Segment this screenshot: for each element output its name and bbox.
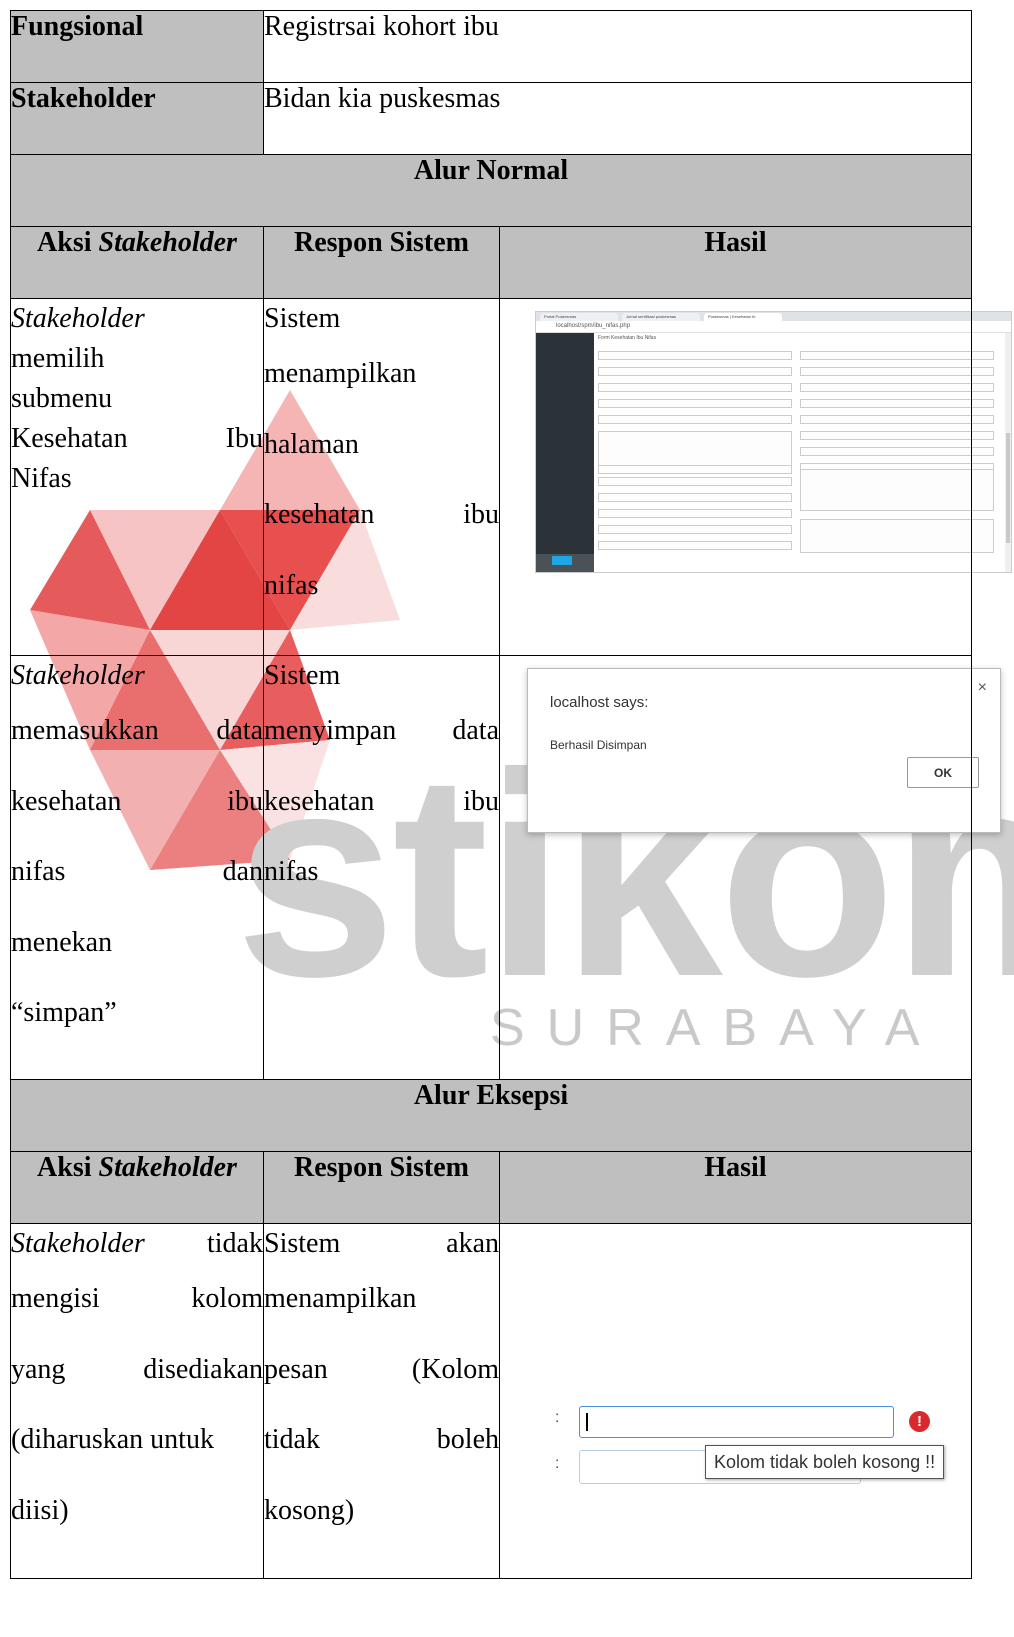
aksi-line-text: tidak bbox=[144, 1228, 263, 1259]
aksi-line: memilih bbox=[11, 343, 105, 374]
respon-line: Sistem bbox=[264, 303, 341, 334]
aksi-line: mengisi kolom bbox=[11, 1283, 263, 1314]
exception-column-headers: Aksi Stakeholder Respon Sistem Hasil bbox=[10, 1151, 972, 1224]
respon-line: kesehatan ibu bbox=[264, 785, 499, 817]
respon-line: menampilkan bbox=[264, 358, 417, 389]
respon-lines: Sistem menyimpan data kesehatan ibu nifa… bbox=[264, 656, 499, 908]
aksi-line: “simpan” bbox=[11, 997, 117, 1028]
respon-line: menyimpan data bbox=[264, 715, 499, 746]
normal-column-headers: Aksi Stakeholder Respon Sistem Hasil bbox=[10, 226, 972, 299]
respon-line: Sistem akan bbox=[264, 1228, 499, 1259]
aksi-line: Nifas bbox=[11, 463, 72, 494]
exception-row-1: Stakeholder tidak mengisi kolom yang dis… bbox=[10, 1223, 972, 1579]
alur-eksepsi-row: Alur Eksepsi bbox=[10, 1079, 972, 1152]
col-header-aksi-prefix: Aksi bbox=[37, 1152, 99, 1183]
respon-line: tidak boleh bbox=[264, 1424, 499, 1455]
normal-row-2: Stakeholder memasukkan data kesehatan ib… bbox=[10, 655, 972, 1080]
normal-row-1-hasil bbox=[499, 298, 972, 656]
fungsional-label: Fungsional bbox=[10, 10, 264, 83]
respon-line: kosong) bbox=[264, 1494, 355, 1526]
exception-row-1-respon: Sistem akan menampilkan pesan (Kolom tid… bbox=[263, 1223, 500, 1579]
alur-eksepsi-header: Alur Eksepsi bbox=[10, 1079, 972, 1152]
aksi-line: yang disediakan bbox=[11, 1353, 263, 1385]
normal-row-2-aksi: Stakeholder memasukkan data kesehatan ib… bbox=[10, 655, 264, 1080]
respon-line: nifas bbox=[264, 569, 319, 601]
respon-line: kesehatan ibu bbox=[264, 499, 499, 530]
col-header-hasil: Hasil bbox=[499, 226, 972, 299]
normal-row-2-hasil bbox=[499, 655, 972, 1080]
aksi-line: submenu bbox=[11, 383, 113, 414]
aksi-lines: Stakeholder memilih submenu Kesehatan Ib… bbox=[11, 299, 263, 499]
col-header-aksi-prefix: Aksi bbox=[37, 227, 99, 258]
aksi-line: Stakeholder bbox=[11, 660, 145, 691]
aksi-line: diisi) bbox=[11, 1494, 69, 1526]
use-case-table: Fungsional Registrsai kohort ibu Stakeho… bbox=[10, 10, 972, 1579]
respon-line: halaman bbox=[264, 428, 359, 460]
aksi-line-italic: Stakeholder bbox=[11, 1228, 145, 1259]
aksi-line: (diharuskan untuk bbox=[11, 1424, 214, 1455]
normal-row-2-respon: Sistem menyimpan data kesehatan ibu nifa… bbox=[263, 655, 500, 1080]
alur-normal-row: Alur Normal bbox=[10, 154, 972, 227]
stakeholder-value: Bidan kia puskesmas bbox=[263, 82, 972, 155]
normal-row-1-aksi: Stakeholder memilih submenu Kesehatan Ib… bbox=[10, 298, 264, 656]
aksi-line: memasukkan data bbox=[11, 715, 263, 746]
respon-line: pesan (Kolom bbox=[264, 1353, 499, 1385]
col-header-aksi: Aksi Stakeholder bbox=[10, 226, 264, 299]
respon-line: menampilkan bbox=[264, 1283, 417, 1314]
stakeholder-label: Stakeholder bbox=[10, 82, 264, 155]
col-header-respon: Respon Sistem bbox=[263, 1151, 500, 1224]
fungsional-row: Fungsional Registrsai kohort ibu bbox=[10, 10, 972, 83]
col-header-hasil: Hasil bbox=[499, 1151, 972, 1224]
aksi-lines: Stakeholder memasukkan data kesehatan ib… bbox=[11, 656, 263, 1049]
aksi-line: Stakeholder bbox=[11, 303, 145, 334]
exception-row-1-hasil bbox=[499, 1223, 972, 1579]
scrollbar-thumb[interactable] bbox=[1006, 433, 1010, 543]
aksi-line: nifas dan bbox=[11, 856, 263, 887]
fungsional-value: Registrsai kohort ibu bbox=[263, 10, 972, 83]
close-icon[interactable]: × bbox=[978, 679, 987, 697]
aksi-lines: Stakeholder tidak mengisi kolom yang dis… bbox=[11, 1224, 263, 1546]
exception-row-1-aksi: Stakeholder tidak mengisi kolom yang dis… bbox=[10, 1223, 264, 1579]
normal-row-1-respon: Sistem menampilkan halaman kesehatan ibu… bbox=[263, 298, 500, 656]
respon-line: nifas bbox=[264, 856, 319, 887]
col-header-respon: Respon Sistem bbox=[263, 226, 500, 299]
respon-line: Sistem bbox=[264, 660, 341, 691]
aksi-line: Stakeholder tidak bbox=[11, 1224, 263, 1264]
scrollbar[interactable] bbox=[1005, 333, 1011, 572]
aksi-line: menekan bbox=[11, 926, 113, 958]
aksi-line: Kesehatan Ibu bbox=[11, 423, 263, 454]
stakeholder-row: Stakeholder Bidan kia puskesmas bbox=[10, 82, 972, 155]
aksi-line: kesehatan ibu bbox=[11, 785, 263, 817]
respon-lines: Sistem akan menampilkan pesan (Kolom tid… bbox=[264, 1224, 499, 1546]
col-header-aksi-italic: Stakeholder bbox=[98, 1152, 237, 1183]
alur-normal-header: Alur Normal bbox=[10, 154, 972, 227]
col-header-aksi: Aksi Stakeholder bbox=[10, 1151, 264, 1224]
respon-lines: Sistem menampilkan halaman kesehatan ibu… bbox=[264, 299, 499, 621]
col-header-aksi-italic: Stakeholder bbox=[98, 227, 237, 258]
normal-row-1: Stakeholder memilih submenu Kesehatan Ib… bbox=[10, 298, 972, 656]
